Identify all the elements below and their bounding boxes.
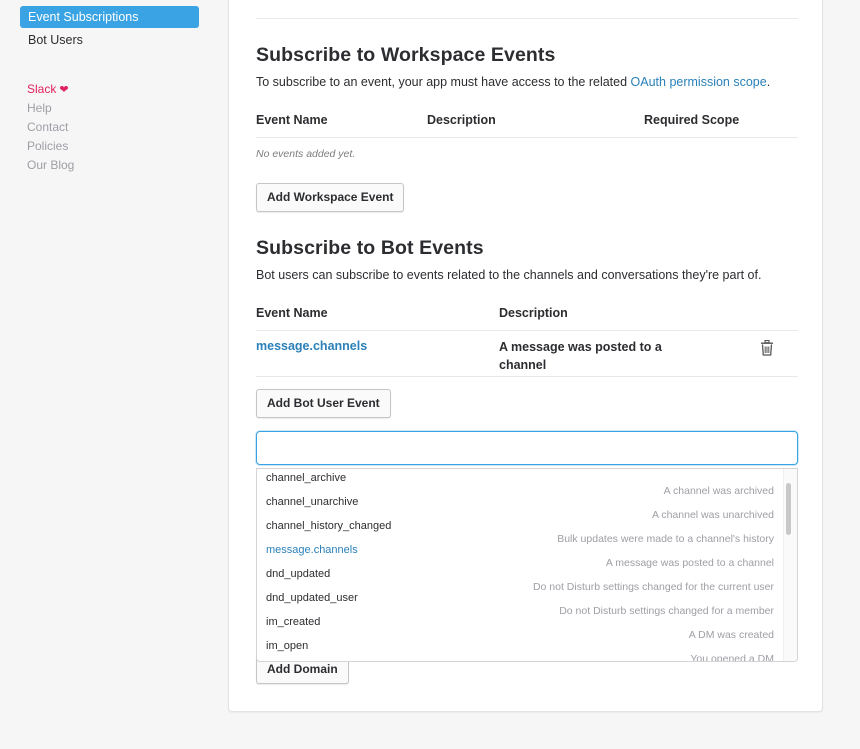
bot-events-title: Subscribe to Bot Events bbox=[256, 237, 484, 259]
dropdown-option-description: A DM was created bbox=[688, 629, 774, 641]
column-header-required-scope: Required Scope bbox=[644, 113, 740, 127]
dropdown-scrollbar[interactable] bbox=[786, 483, 791, 535]
divider bbox=[256, 18, 798, 19]
sidebar-item-bot-users[interactable]: Bot Users bbox=[20, 29, 199, 51]
dropdown-option-description: You opened a DM bbox=[690, 653, 774, 662]
footer-link-help[interactable]: Help bbox=[27, 101, 52, 115]
footer-link-blog[interactable]: Our Blog bbox=[27, 158, 74, 172]
slack-label: Slack bbox=[27, 82, 57, 96]
dropdown-scroll-track[interactable] bbox=[783, 469, 797, 661]
add-workspace-event-button[interactable]: Add Workspace Event bbox=[256, 183, 405, 212]
event-name-link[interactable]: message.channels bbox=[256, 339, 367, 353]
table-divider bbox=[256, 376, 798, 377]
event-description: A message was posted to a channel bbox=[499, 340, 662, 372]
footer-link-slack[interactable]: Slack ❤ bbox=[27, 82, 69, 96]
event-search-input[interactable] bbox=[256, 431, 798, 465]
heart-icon: ❤ bbox=[59, 84, 69, 96]
settings-card: Subscribe to Workspace Events To subscri… bbox=[228, 0, 823, 712]
dropdown-option[interactable]: im_open bbox=[266, 640, 308, 652]
subtitle-prefix: To subscribe to an event, your app must … bbox=[256, 75, 631, 89]
dropdown-option[interactable]: dnd_updated bbox=[266, 568, 330, 580]
dropdown-option-description: A channel was unarchived bbox=[652, 509, 774, 521]
dropdown-option-selected[interactable]: message.channels bbox=[266, 544, 358, 556]
table-divider bbox=[256, 137, 798, 138]
footer-link-policies[interactable]: Policies bbox=[27, 139, 68, 153]
dropdown-option-description: Do not Disturb settings changed for the … bbox=[532, 581, 774, 593]
event-dropdown[interactable]: channel_archive channel_unarchive A chan… bbox=[256, 468, 798, 662]
add-bot-user-event-button[interactable]: Add Bot User Event bbox=[256, 389, 391, 418]
sidebar-item-event-subscriptions[interactable]: Event Subscriptions bbox=[20, 6, 199, 28]
dropdown-option[interactable]: channel_history_changed bbox=[266, 520, 391, 532]
sidebar: Event Subscriptions Bot Users Slack ❤ Hel… bbox=[0, 0, 228, 749]
table-divider bbox=[256, 330, 798, 331]
column-header-event-name: Event Name bbox=[256, 306, 328, 320]
dropdown-option-description: A channel was archived bbox=[663, 485, 774, 497]
dropdown-option-description: Do not Disturb settings changed for a me… bbox=[559, 605, 774, 617]
footer-link-contact[interactable]: Contact bbox=[27, 120, 68, 134]
trash-icon[interactable] bbox=[760, 340, 774, 356]
column-header-description: Description bbox=[499, 306, 568, 320]
oauth-scope-link[interactable]: OAuth permission scope bbox=[631, 75, 767, 89]
workspace-events-subtitle: To subscribe to an event, your app must … bbox=[256, 75, 770, 89]
dropdown-option[interactable]: dnd_updated_user bbox=[266, 592, 358, 604]
workspace-events-title: Subscribe to Workspace Events bbox=[256, 44, 556, 66]
column-header-description: Description bbox=[427, 113, 496, 127]
bot-events-subtitle: Bot users can subscribe to events relate… bbox=[256, 268, 762, 282]
subtitle-suffix: . bbox=[766, 75, 771, 89]
dropdown-option[interactable]: im_created bbox=[266, 616, 320, 628]
dropdown-option-description: Bulk updates were made to a channel's hi… bbox=[557, 533, 774, 545]
dropdown-option-description: A message was posted to a channel bbox=[605, 557, 774, 569]
dropdown-option[interactable]: channel_unarchive bbox=[266, 496, 358, 508]
column-header-event-name: Event Name bbox=[256, 113, 328, 127]
dropdown-option[interactable]: channel_archive bbox=[266, 472, 346, 484]
empty-state-text: No events added yet. bbox=[256, 148, 356, 160]
